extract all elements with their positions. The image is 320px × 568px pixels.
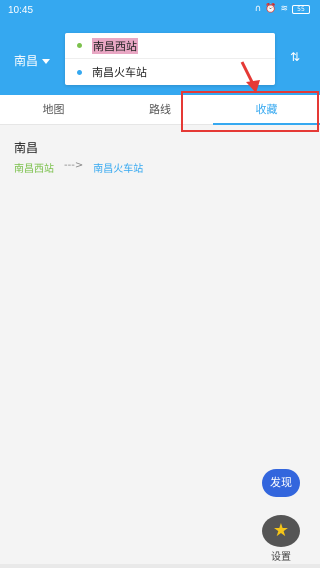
from-station-text: 南昌西站 <box>92 37 138 54</box>
favorite-to: 南昌火车站 <box>93 164 144 175</box>
settings-button[interactable]: ★ <box>262 515 300 547</box>
status-time: 10:45 <box>8 5 34 16</box>
status-icons: ∩ ⏰ ≋ 55 <box>255 4 310 14</box>
city-selector[interactable]: 南昌 <box>14 52 51 69</box>
bottom-edge <box>0 564 320 568</box>
start-dot-icon <box>77 43 82 48</box>
from-station-field[interactable]: 南昌西站 <box>65 33 275 59</box>
status-bar: 10:45 ∩ ⏰ ≋ 55 <box>0 0 320 22</box>
favorite-arrow: ---> <box>64 160 84 171</box>
header: 南昌 南昌西站 南昌火车站 ⇅ <box>0 22 320 95</box>
star-icon: ★ <box>272 520 290 541</box>
annotation-arrow-icon <box>240 61 260 93</box>
favorite-city: 南昌 <box>14 141 39 155</box>
headphone-icon: ∩ <box>254 4 262 14</box>
to-station-text: 南昌火车站 <box>92 66 147 79</box>
swap-icon[interactable]: ⇅ <box>290 50 300 64</box>
end-dot-icon <box>77 69 82 75</box>
settings-label: 设置 <box>271 552 291 563</box>
battery-icon: 55 <box>292 4 310 14</box>
tab-map[interactable]: 地图 <box>0 95 107 125</box>
city-label: 南昌 <box>14 54 39 68</box>
alarm-icon: ⏰ <box>265 4 277 14</box>
wifi-icon: ≋ <box>280 4 288 14</box>
discover-button[interactable]: 发现 <box>262 469 300 497</box>
chevron-down-icon <box>42 59 51 64</box>
favorite-from: 南昌西站 <box>14 164 54 175</box>
favorite-route-item[interactable]: 南昌西站 ---> 南昌火车站 <box>14 160 143 175</box>
